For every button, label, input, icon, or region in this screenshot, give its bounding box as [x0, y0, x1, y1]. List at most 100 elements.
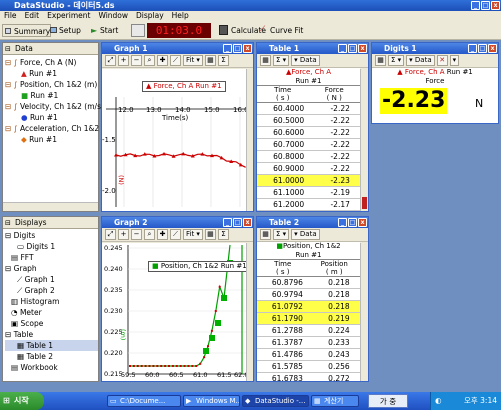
table-row[interactable]: 61.0792 0.218 — [257, 300, 360, 313]
minimize-button[interactable]: _ — [223, 218, 232, 227]
display-digits[interactable]: ⊟ Digits — [5, 230, 98, 241]
zoom-out-icon[interactable]: − — [131, 55, 142, 66]
curve-fit-button[interactable]: ⟋ Curve Fit — [258, 24, 303, 37]
slope-icon[interactable]: ⟋ — [170, 229, 181, 240]
calculator-icon[interactable]: ▦ — [204, 229, 216, 240]
close-button[interactable]: x — [488, 44, 497, 53]
data-item-acceleration[interactable]: ⊟ ∫ Acceleration, Ch 1&2 (m/s²) — [5, 123, 124, 134]
maximize-button[interactable]: □ — [481, 1, 490, 10]
maximize-button[interactable]: □ — [348, 44, 357, 53]
maximize-button[interactable]: □ — [348, 218, 357, 227]
graph-1-legend[interactable]: ▲ Force, Ch A Run #1 — [142, 81, 226, 92]
vertical-scrollbar[interactable] — [360, 69, 368, 211]
display-meter[interactable]: ◔ Meter — [5, 307, 98, 318]
data-button[interactable]: ▾ Data — [291, 229, 320, 240]
tray-icon[interactable]: ◐ — [435, 392, 442, 410]
table-row[interactable]: 61.2788 0.224 — [257, 324, 360, 337]
display-graph[interactable]: ⊟ Graph — [5, 263, 98, 274]
table-row[interactable]: 61.2000 -2.17 — [257, 198, 360, 211]
data-run-position[interactable]: ■ Run #1 — [5, 90, 98, 101]
graph-2-plot-area[interactable]: ■ Position, Ch 1&2 Run #1 0.245 0.240 0.… — [102, 243, 253, 381]
slope-icon[interactable]: ⟋ — [170, 55, 181, 66]
display-graph-1[interactable]: ⟋ Graph 1 — [5, 274, 98, 285]
menu-window[interactable]: Window — [98, 11, 128, 20]
data-item-velocity[interactable]: ⊟ ∫ Velocity, Ch 1&2 (m/s) — [5, 101, 104, 112]
zoom-in-icon[interactable]: + — [118, 229, 129, 240]
minimize-button[interactable]: _ — [468, 44, 477, 53]
menu-edit[interactable]: Edit — [25, 11, 40, 20]
summary-button[interactable]: Summary — [2, 24, 52, 37]
table-2-title-bar[interactable]: Table 2 _ □ x — [257, 217, 368, 228]
display-digits-1[interactable]: ▭ Digits 1 — [5, 241, 98, 252]
display-histogram[interactable]: ▥ Histogram — [5, 296, 98, 307]
settings-icon[interactable]: ▦ — [375, 55, 386, 66]
graph-1-title-bar[interactable]: Graph 1 _ □ x — [102, 43, 253, 54]
statistics-icon[interactable]: Σ — [217, 55, 229, 66]
statistics-dropdown[interactable]: Σ ▾ — [273, 55, 290, 66]
table-row[interactable]: 61.4786 0.243 — [257, 348, 360, 361]
zoom-select-icon[interactable]: ⌕ — [144, 55, 155, 66]
smart-tool-icon[interactable]: ✚ — [157, 229, 168, 240]
table-row[interactable]: 60.4000 -2.22 — [257, 103, 360, 115]
table-row[interactable]: 61.5785 0.256 — [257, 360, 360, 373]
table-row[interactable]: 61.1000 -2.19 — [257, 186, 360, 199]
table-row[interactable]: 61.6783 0.272 — [257, 372, 360, 381]
start-menu-button[interactable]: ⊞ 시작 — [0, 392, 44, 410]
zoom-out-icon[interactable]: − — [131, 229, 142, 240]
autoscale-icon[interactable]: ⤢ — [105, 55, 116, 66]
table-row[interactable]: 60.9794 0.218 — [257, 288, 360, 301]
data-run-force[interactable]: ▲ Run #1 — [5, 68, 98, 79]
data-run-acceleration[interactable]: ◆ Run #1 — [5, 134, 98, 145]
graph-2-legend[interactable]: ■ Position, Ch 1&2 Run #1 — [148, 261, 251, 272]
zoom-in-icon[interactable]: + — [118, 55, 129, 66]
data-panel-header[interactable]: ⊟ Data — [3, 43, 98, 55]
table-row[interactable]: 61.3787 0.233 — [257, 336, 360, 349]
table-row[interactable]: 60.5000 -2.22 — [257, 114, 360, 127]
minimize-button[interactable]: _ — [471, 1, 480, 10]
vertical-scrollbar[interactable] — [360, 243, 368, 381]
table-row[interactable]: 60.9000 -2.22 — [257, 162, 360, 175]
data-item-position[interactable]: ⊟ ∫ Position, Ch 1&2 (m) — [5, 79, 98, 90]
close-button[interactable]: x — [358, 218, 367, 227]
scroll-thumb[interactable] — [362, 197, 367, 209]
display-table-1[interactable]: ▦ Table 1 — [5, 340, 98, 351]
ime-indicator[interactable]: 가 중 — [368, 394, 408, 408]
table-settings-icon[interactable]: ▦ — [260, 229, 271, 240]
minimize-button[interactable]: _ — [338, 218, 347, 227]
menu-help[interactable]: Help — [172, 11, 189, 20]
table-1-title-bar[interactable]: Table 1 _ □ x — [257, 43, 368, 54]
table-row[interactable]: 60.7000 -2.22 — [257, 138, 360, 151]
statistics-dropdown[interactable]: Σ ▾ — [273, 229, 290, 240]
table-row[interactable]: 60.8000 -2.22 — [257, 150, 360, 163]
menu-file[interactable]: File — [4, 11, 17, 20]
graph-2-title-bar[interactable]: Graph 2 _ □ x — [102, 217, 253, 228]
data-button[interactable]: ▾ Data — [406, 55, 435, 66]
menu-experiment[interactable]: Experiment — [47, 11, 90, 20]
table-row[interactable]: 60.6000 -2.22 — [257, 126, 360, 139]
close-button[interactable]: x — [243, 44, 252, 53]
smart-tool-icon[interactable]: ✚ — [157, 55, 168, 66]
maximize-button[interactable]: □ — [233, 218, 242, 227]
calculator-icon[interactable]: ▦ — [204, 55, 216, 66]
close-button[interactable]: x — [243, 218, 252, 227]
graph-1-plot-area[interactable]: ▲ Force, Ch A Run #1 12.0 13.0 14.0 15.0… — [102, 69, 253, 211]
display-graph-2[interactable]: ⟋ Graph 2 — [5, 285, 98, 296]
display-table[interactable]: ⊟ Table — [5, 329, 98, 340]
table-row[interactable]: 60.8796 0.218 — [257, 277, 360, 289]
data-run-velocity[interactable]: ● Run #1 — [5, 112, 98, 123]
fit-dropdown[interactable]: Fit ▾ — [183, 55, 203, 66]
display-workbook[interactable]: ▤ Workbook — [5, 362, 98, 373]
minimize-button[interactable]: _ — [223, 44, 232, 53]
display-scope[interactable]: ▣ Scope — [5, 318, 98, 329]
table-settings-icon[interactable]: ▦ — [260, 55, 271, 66]
displays-panel-header[interactable]: ⊟ Displays — [3, 217, 98, 229]
menu-display[interactable]: Display — [136, 11, 164, 20]
taskbar-item-datastudio[interactable]: ◆ DataStudio -... — [242, 395, 309, 407]
table-row[interactable]: 61.1790 0.219 — [257, 312, 360, 325]
setup-button[interactable]: Setup — [48, 24, 81, 37]
digits-1-title-bar[interactable]: Digits 1 _ □ x — [372, 43, 498, 54]
fit-dropdown[interactable]: Fit ▾ — [183, 229, 203, 240]
autoscale-icon[interactable]: ⤢ — [105, 229, 116, 240]
zoom-select-icon[interactable]: ⌕ — [144, 229, 155, 240]
taskbar-item-explorer[interactable]: ▭ C:\Docume... — [107, 395, 181, 407]
